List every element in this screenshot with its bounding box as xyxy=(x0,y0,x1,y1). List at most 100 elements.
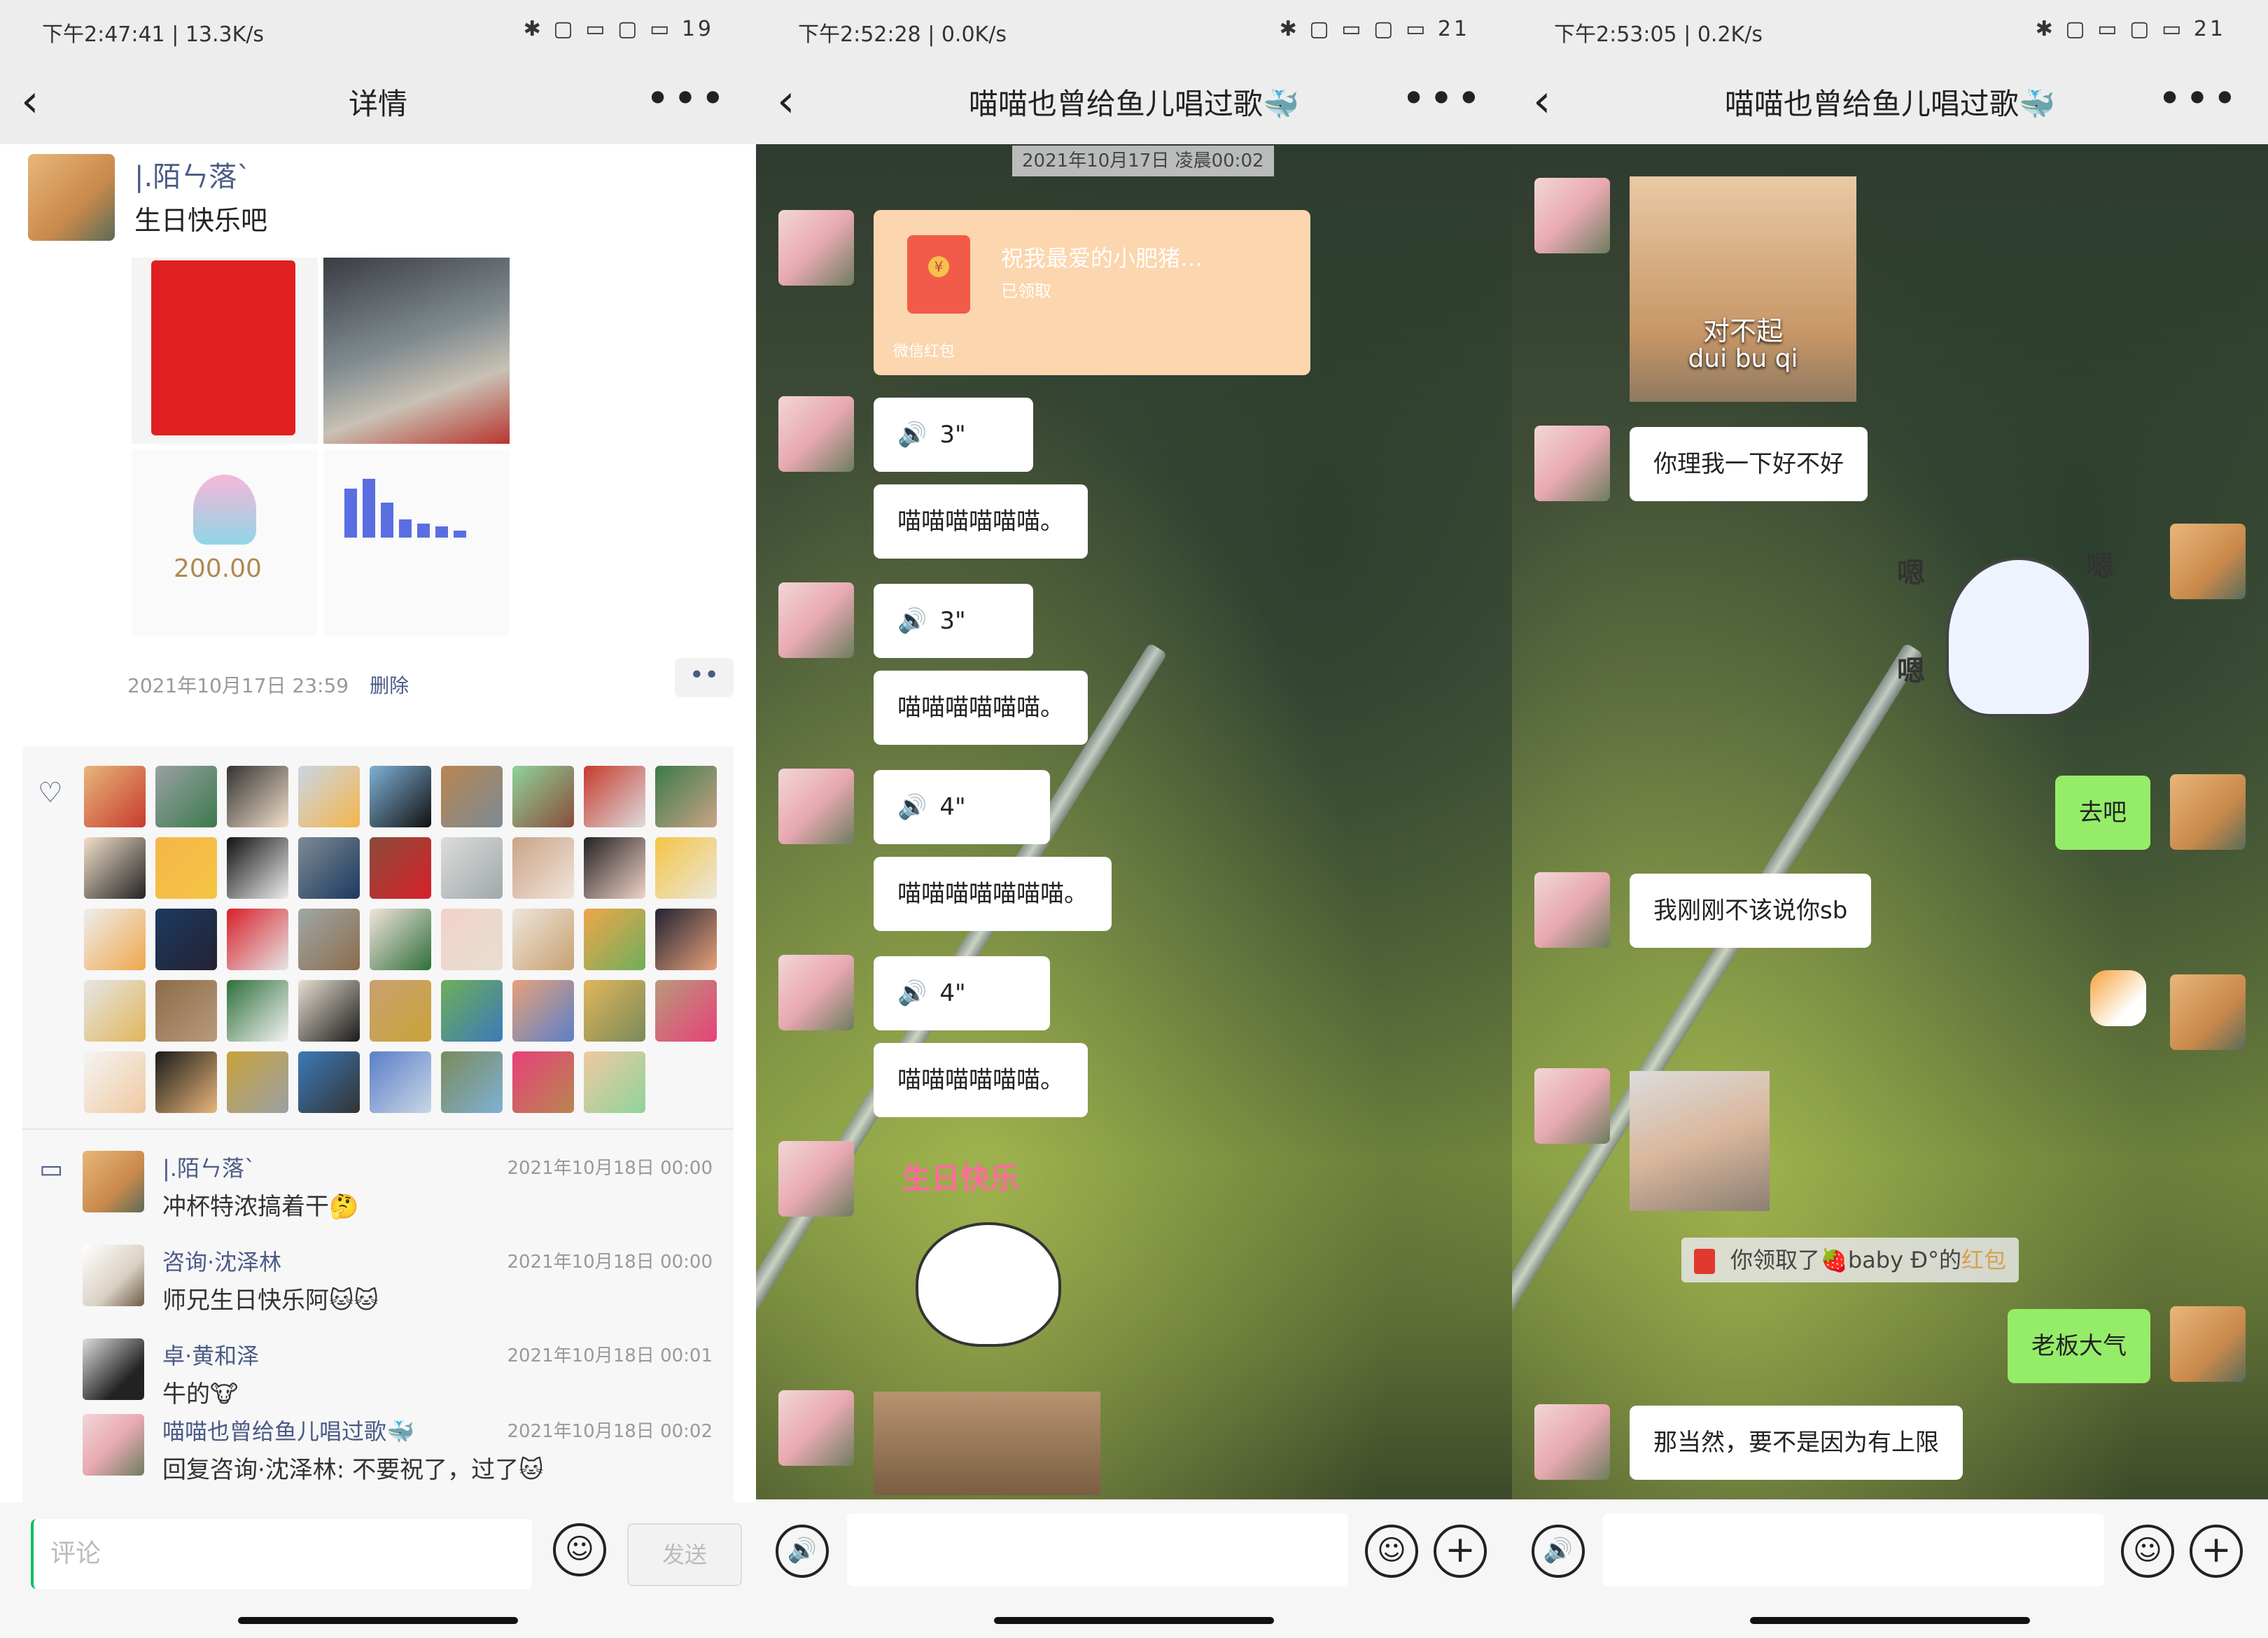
avatar[interactable] xyxy=(778,1390,854,1466)
like-avatar[interactable] xyxy=(84,909,146,970)
home-indicator[interactable] xyxy=(238,1617,518,1624)
message-input[interactable] xyxy=(847,1513,1348,1586)
like-avatar[interactable] xyxy=(298,837,360,899)
like-avatar[interactable] xyxy=(227,980,288,1042)
text-message[interactable]: 你理我一下好不好 xyxy=(1630,427,1868,501)
text-message[interactable]: 喵喵喵喵喵喵。 xyxy=(874,484,1088,559)
like-avatar[interactable] xyxy=(155,837,217,899)
comment-item[interactable]: |.陌ㄣ落` 冲杯特浓搞着干🤔 2021年10月18日 00:00 xyxy=(83,1151,713,1242)
like-avatar[interactable] xyxy=(441,766,503,827)
like-avatar[interactable] xyxy=(84,1051,146,1113)
like-avatar[interactable] xyxy=(655,909,717,970)
image-message[interactable] xyxy=(1630,1071,1770,1211)
comment-input[interactable]: 评论 xyxy=(31,1519,532,1589)
text-message[interactable]: 喵喵喵喵喵喵。 xyxy=(874,671,1088,745)
like-avatar[interactable] xyxy=(370,766,431,827)
like-avatar[interactable] xyxy=(512,980,574,1042)
like-avatar[interactable] xyxy=(441,837,503,899)
like-avatar[interactable] xyxy=(155,766,217,827)
avatar[interactable] xyxy=(83,1414,144,1476)
voice-input-icon[interactable]: 🔊 xyxy=(776,1525,829,1578)
avatar[interactable] xyxy=(778,955,854,1030)
like-avatar[interactable] xyxy=(84,980,146,1042)
home-indicator[interactable] xyxy=(1750,1617,2030,1624)
system-tip-link[interactable]: 红包 xyxy=(1961,1247,2006,1273)
voice-message[interactable]: 🔊 4" xyxy=(874,770,1050,844)
comment-author[interactable]: |.陌ㄣ落` xyxy=(162,1151,255,1183)
my-avatar[interactable] xyxy=(2170,774,2246,850)
avatar[interactable] xyxy=(778,396,854,472)
like-avatar[interactable] xyxy=(227,1051,288,1113)
like-avatar[interactable] xyxy=(298,980,360,1042)
post-image-desk[interactable] xyxy=(323,258,510,444)
birthday-sticker[interactable]: 生日快乐 xyxy=(902,1155,1070,1365)
like-avatar[interactable] xyxy=(512,766,574,827)
like-avatar[interactable] xyxy=(512,909,574,970)
like-avatar[interactable] xyxy=(298,909,360,970)
like-avatar[interactable] xyxy=(155,980,217,1042)
post-image-redpacket[interactable] xyxy=(132,258,318,444)
like-avatar[interactable] xyxy=(584,766,645,827)
my-text-message[interactable]: 去吧 xyxy=(2055,776,2150,850)
like-avatar[interactable] xyxy=(370,980,431,1042)
home-indicator[interactable] xyxy=(994,1617,1274,1624)
emoji-icon[interactable]: ☺ xyxy=(553,1523,606,1576)
comment-author[interactable]: 咨询·沈泽林 xyxy=(162,1245,281,1277)
like-avatar[interactable] xyxy=(227,837,288,899)
avatar[interactable] xyxy=(83,1151,144,1212)
avatar[interactable] xyxy=(83,1245,144,1306)
back-icon[interactable]: ‹ xyxy=(777,77,795,126)
more-icon[interactable]: ••• xyxy=(645,74,728,123)
like-avatar[interactable] xyxy=(155,1051,217,1113)
voice-message[interactable]: 🔊 3" xyxy=(874,398,1033,472)
like-avatar[interactable] xyxy=(655,980,717,1042)
like-avatar[interactable] xyxy=(584,980,645,1042)
like-avatar[interactable] xyxy=(227,909,288,970)
text-message[interactable]: 我刚刚不该说你sb xyxy=(1630,874,1872,948)
like-avatar[interactable] xyxy=(512,1051,574,1113)
like-avatar[interactable] xyxy=(584,1051,645,1113)
like-avatar[interactable] xyxy=(370,837,431,899)
post-author-avatar[interactable] xyxy=(28,154,115,241)
avatar[interactable] xyxy=(1534,426,1610,501)
avatar[interactable] xyxy=(1534,1068,1610,1144)
like-avatar[interactable] xyxy=(584,837,645,899)
delete-link[interactable]: 删除 xyxy=(370,674,409,697)
text-message[interactable]: 喵喵喵喵喵喵。 xyxy=(874,1043,1088,1117)
back-icon[interactable]: ‹ xyxy=(1533,77,1551,126)
cat-sticker[interactable]: 嗯 嗯 嗯 xyxy=(1897,536,2121,746)
like-avatar[interactable] xyxy=(655,766,717,827)
fox-sticker[interactable] xyxy=(2090,970,2146,1026)
send-button[interactable]: 发送 xyxy=(627,1523,742,1586)
like-avatar[interactable] xyxy=(370,1051,431,1113)
like-avatar[interactable] xyxy=(227,766,288,827)
like-avatar[interactable] xyxy=(298,766,360,827)
sorry-sticker[interactable]: 对不起 dui bu qi xyxy=(1630,176,1856,402)
post-image-amount[interactable]: 200.00 xyxy=(132,449,318,636)
text-message[interactable]: 那当然，要不是因为有上限 xyxy=(1630,1406,1963,1480)
like-avatar[interactable] xyxy=(441,1051,503,1113)
like-avatar[interactable] xyxy=(84,766,146,827)
like-avatar[interactable] xyxy=(298,1051,360,1113)
my-text-message[interactable]: 老板大气 xyxy=(2008,1309,2150,1383)
like-avatar[interactable] xyxy=(512,837,574,899)
avatar[interactable] xyxy=(778,1141,854,1217)
voice-message[interactable]: 🔊 3" xyxy=(874,584,1033,658)
comment-author[interactable]: 喵喵也曾给鱼儿唱过歌🐳 xyxy=(162,1414,414,1446)
avatar[interactable] xyxy=(1534,872,1610,948)
like-avatar[interactable] xyxy=(655,837,717,899)
comment-item[interactable]: 咨询·沈泽林 师兄生日快乐阿🐱🐱 2021年10月18日 00:00 xyxy=(83,1245,713,1336)
like-avatar[interactable] xyxy=(584,909,645,970)
plus-icon[interactable]: + xyxy=(1434,1525,1487,1578)
back-icon[interactable]: ‹ xyxy=(21,77,39,126)
my-avatar[interactable] xyxy=(2170,974,2246,1050)
post-image-chart[interactable] xyxy=(323,449,510,636)
post-author-name[interactable]: |.陌ㄣ落` xyxy=(134,154,251,195)
avatar[interactable] xyxy=(83,1338,144,1400)
avatar[interactable] xyxy=(1534,1404,1610,1480)
image-message[interactable] xyxy=(874,1392,1100,1495)
avatar[interactable] xyxy=(778,582,854,658)
emoji-icon[interactable]: ☺ xyxy=(2121,1525,2174,1578)
text-message[interactable]: 喵喵喵喵喵喵喵。 xyxy=(874,857,1112,931)
voice-input-icon[interactable]: 🔊 xyxy=(1532,1525,1585,1578)
